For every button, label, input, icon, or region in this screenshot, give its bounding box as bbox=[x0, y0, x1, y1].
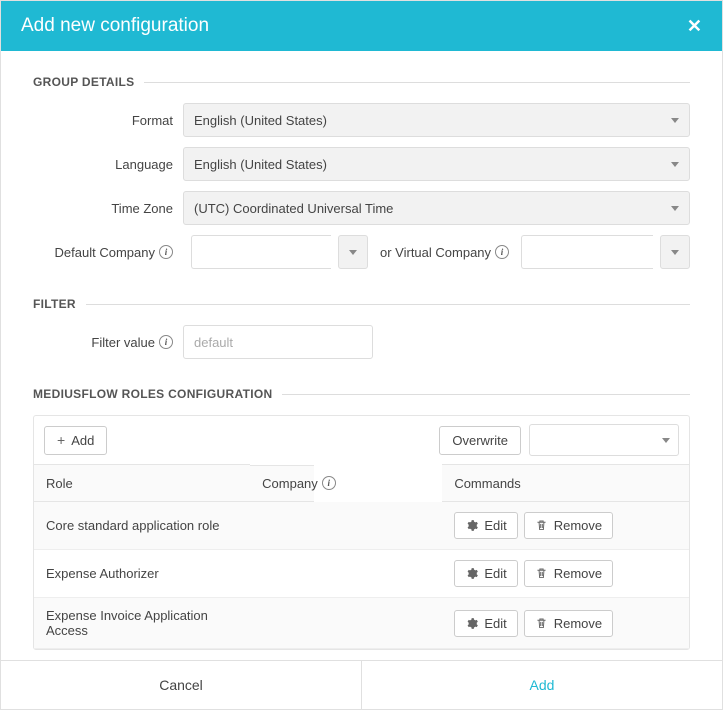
info-icon[interactable]: i bbox=[322, 476, 336, 490]
overwrite-button[interactable]: Overwrite bbox=[439, 426, 521, 455]
section-label-text: GROUP DETAILS bbox=[33, 75, 134, 89]
chevron-down-icon bbox=[671, 118, 679, 123]
select-timezone-value: (UTC) Coordinated Universal Time bbox=[194, 201, 393, 216]
info-icon[interactable]: i bbox=[159, 245, 173, 259]
cell-commands: Edit Remove bbox=[442, 598, 665, 649]
section-filter: FILTER bbox=[33, 297, 690, 311]
divider bbox=[86, 304, 690, 305]
select-default-company-handle[interactable] bbox=[338, 235, 368, 269]
dialog: Add new configuration ✕ GROUP DETAILS Fo… bbox=[0, 0, 723, 710]
label-format: Format bbox=[33, 113, 183, 128]
trash-icon bbox=[535, 617, 548, 630]
filter-value-input[interactable] bbox=[183, 325, 373, 359]
toolbar-right: Overwrite bbox=[439, 424, 679, 456]
table-row: Expense Authorizer Edit Remove bbox=[34, 550, 689, 598]
col-commands: Commands bbox=[442, 465, 665, 502]
label-virtual-company: or Virtual Company i bbox=[376, 245, 513, 260]
cell-company bbox=[250, 502, 442, 550]
select-virtual-company[interactable] bbox=[521, 235, 653, 269]
section-group-details: GROUP DETAILS bbox=[33, 75, 690, 89]
col-company[interactable]: Company i bbox=[250, 465, 313, 502]
overwrite-select[interactable] bbox=[529, 424, 679, 456]
row-company: Default Company i or Virtual Company i bbox=[33, 235, 690, 269]
col-role[interactable]: Role bbox=[34, 465, 250, 502]
chevron-down-icon bbox=[671, 206, 679, 211]
section-label-text: FILTER bbox=[33, 297, 76, 311]
label-timezone: Time Zone bbox=[33, 201, 183, 216]
chevron-down-icon bbox=[671, 250, 679, 255]
select-virtual-company-handle[interactable] bbox=[660, 235, 690, 269]
edit-button[interactable]: Edit bbox=[454, 560, 517, 587]
cell-company bbox=[250, 598, 442, 649]
dialog-body: GROUP DETAILS Format English (United Sta… bbox=[1, 51, 722, 660]
plus-icon: + bbox=[57, 433, 65, 447]
remove-button[interactable]: Remove bbox=[524, 512, 613, 539]
roles-table: Role Company i Commands Core standard ap… bbox=[34, 464, 689, 649]
edit-button[interactable]: Edit bbox=[454, 512, 517, 539]
roles-toolbar: + Add Overwrite bbox=[34, 416, 689, 464]
cell-company bbox=[250, 550, 442, 598]
dialog-header: Add new configuration ✕ bbox=[1, 1, 722, 51]
gear-icon bbox=[465, 567, 478, 580]
trash-icon bbox=[535, 567, 548, 580]
info-icon[interactable]: i bbox=[159, 335, 173, 349]
chevron-down-icon bbox=[662, 438, 670, 443]
cell-role: Expense Authorizer bbox=[34, 550, 250, 598]
cell-commands: Edit Remove bbox=[442, 550, 665, 598]
label-default-company: Default Company i bbox=[33, 245, 183, 260]
select-language[interactable]: English (United States) bbox=[183, 147, 690, 181]
section-label-text: MEDIUSFLOW ROLES CONFIGURATION bbox=[33, 387, 272, 401]
cancel-button[interactable]: Cancel bbox=[1, 661, 362, 709]
divider bbox=[144, 82, 690, 83]
select-default-company[interactable] bbox=[191, 235, 331, 269]
gear-icon bbox=[465, 519, 478, 532]
add-role-button[interactable]: + Add bbox=[44, 426, 107, 455]
remove-button[interactable]: Remove bbox=[524, 560, 613, 587]
edit-button[interactable]: Edit bbox=[454, 610, 517, 637]
scroll-gutter bbox=[665, 502, 689, 550]
dialog-title: Add new configuration bbox=[21, 15, 209, 37]
cell-role: Core standard application role bbox=[34, 502, 250, 550]
dialog-footer: Cancel Add bbox=[1, 660, 722, 709]
table-row: Core standard application role Edit Remove bbox=[34, 502, 689, 550]
scroll-col bbox=[665, 465, 689, 502]
scroll-gutter bbox=[665, 550, 689, 598]
scroll-gutter bbox=[665, 598, 689, 649]
row-filter-value: Filter value i bbox=[33, 325, 690, 359]
select-format[interactable]: English (United States) bbox=[183, 103, 690, 137]
label-filter-value: Filter value i bbox=[33, 335, 183, 350]
row-language: Language English (United States) bbox=[33, 147, 690, 181]
close-icon[interactable]: ✕ bbox=[687, 16, 702, 37]
cell-role: Expense Invoice Application Access bbox=[34, 598, 250, 649]
chevron-down-icon bbox=[671, 162, 679, 167]
row-format: Format English (United States) bbox=[33, 103, 690, 137]
chevron-down-icon bbox=[349, 250, 357, 255]
select-format-value: English (United States) bbox=[194, 113, 327, 128]
select-timezone[interactable]: (UTC) Coordinated Universal Time bbox=[183, 191, 690, 225]
roles-panel: + Add Overwrite Role bbox=[33, 415, 690, 650]
divider bbox=[282, 394, 690, 395]
cell-commands: Edit Remove bbox=[442, 502, 665, 550]
row-timezone: Time Zone (UTC) Coordinated Universal Ti… bbox=[33, 191, 690, 225]
section-roles: MEDIUSFLOW ROLES CONFIGURATION bbox=[33, 387, 690, 401]
select-language-value: English (United States) bbox=[194, 157, 327, 172]
trash-icon bbox=[535, 519, 548, 532]
label-language: Language bbox=[33, 157, 183, 172]
remove-button[interactable]: Remove bbox=[524, 610, 613, 637]
gear-icon bbox=[465, 617, 478, 630]
info-icon[interactable]: i bbox=[495, 245, 509, 259]
add-button[interactable]: Add bbox=[362, 661, 722, 709]
table-row: Expense Invoice Application Access Edit Re… bbox=[34, 598, 689, 649]
